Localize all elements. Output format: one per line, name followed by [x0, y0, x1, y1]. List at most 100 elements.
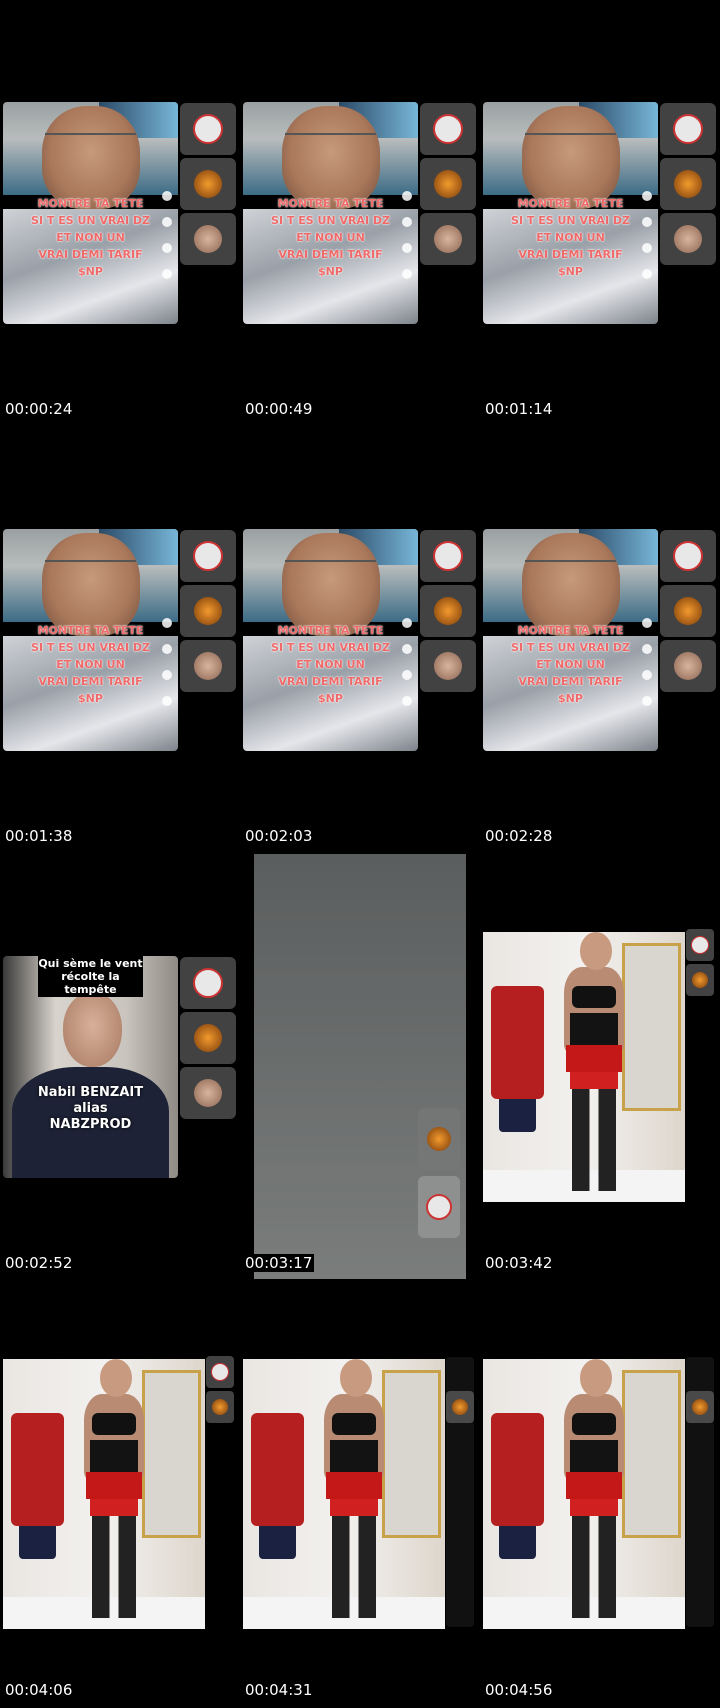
dice-avatar-icon [660, 103, 716, 155]
thumbnail-4[interactable]: MONTRE TA TETE SI T ES UN VRAI DZ ET NON U… [0, 427, 240, 854]
timestamp: 00:02:28 [485, 827, 553, 845]
video-frame: MONTRE TA TETE SI T ES UN VRAI DZ ET NON U… [483, 102, 658, 324]
video-frame [3, 1359, 205, 1629]
thumbnail-12[interactable]: 00:04:56 [480, 1281, 720, 1708]
video-frame: MONTRE TA TETE SI T ES UN VRAI DZ ET NON U… [483, 529, 658, 751]
frame-caption: MONTRE TA TETE SI T ES UN VRAI DZ ET NON U… [511, 624, 630, 706]
share-icon [402, 695, 412, 706]
dice-avatar-icon [420, 103, 476, 155]
dice-avatar-icon [418, 1176, 460, 1238]
orange-avatar-icon [660, 158, 716, 210]
orange-avatar-icon [420, 585, 476, 637]
dice-avatar-icon [206, 1356, 234, 1388]
comment-icon [642, 643, 652, 654]
frame-caption: MONTRE TA TETE SI T ES UN VRAI DZ ET NON U… [271, 624, 390, 706]
orange-avatar-icon [660, 585, 716, 637]
orange-avatar-icon [180, 585, 236, 637]
face-avatar-icon [180, 640, 236, 692]
heart-icon [642, 190, 652, 201]
orange-avatar-icon [446, 1391, 474, 1423]
thumbnail-2[interactable]: MONTRE TA TETE SI T ES UN VRAI DZ ET NON U… [240, 0, 480, 427]
action-rail [640, 190, 654, 295]
orange-avatar-icon [418, 1108, 460, 1170]
thumbnail-7[interactable]: Qui sème le vent récolte la tempête Nabil… [0, 854, 240, 1281]
face-avatar-icon [180, 213, 236, 265]
dice-avatar-icon [180, 957, 236, 1009]
video-frame: MONTRE TA TETE SI T ES UN VRAI DZ ET NON U… [243, 102, 418, 324]
video-frame: MONTRE TA TETE SI T ES UN VRAI DZ ET NON U… [243, 529, 418, 751]
timestamp: 00:02:52 [5, 1254, 73, 1272]
timestamp: 00:00:24 [5, 400, 73, 418]
frame-caption: MONTRE TA TETE SI T ES UN VRAI DZ ET NON U… [271, 197, 390, 279]
comment-icon [162, 216, 172, 227]
bookmark-icon [642, 242, 652, 253]
bookmark-icon [162, 669, 172, 680]
frame-caption: Qui sème le vent récolte la tempête [38, 956, 143, 997]
frame-caption: MONTRE TA TETE SI T ES UN VRAI DZ ET NON U… [31, 197, 150, 279]
orange-avatar-icon [206, 1391, 234, 1423]
heart-icon [402, 190, 412, 201]
thumbnail-5[interactable]: MONTRE TA TETE SI T ES UN VRAI DZ ET NON U… [240, 427, 480, 854]
share-icon [162, 695, 172, 706]
heart-icon [162, 617, 172, 628]
thumbnail-3[interactable]: MONTRE TA TETE SI T ES UN VRAI DZ ET NON U… [480, 0, 720, 427]
bookmark-icon [642, 669, 652, 680]
share-icon [162, 268, 172, 279]
action-rail [400, 617, 414, 722]
video-frame [483, 932, 685, 1202]
share-icon [642, 695, 652, 706]
timestamp: 00:04:06 [5, 1681, 73, 1699]
bookmark-icon [402, 669, 412, 680]
action-rail [400, 190, 414, 295]
action-rail [160, 190, 174, 295]
face-avatar-icon [420, 213, 476, 265]
thumbnail-8[interactable]: 00:03:17 [240, 854, 480, 1281]
video-frame [243, 1359, 445, 1629]
comment-icon [162, 643, 172, 654]
comment-icon [402, 216, 412, 227]
action-rail [160, 617, 174, 722]
timestamp: 00:03:17 [243, 1254, 315, 1272]
dice-avatar-icon [180, 103, 236, 155]
timestamp: 00:02:03 [245, 827, 313, 845]
heart-icon [402, 617, 412, 628]
comment-icon [402, 643, 412, 654]
share-icon [642, 268, 652, 279]
dice-avatar-icon [180, 530, 236, 582]
thumbnail-6[interactable]: MONTRE TA TETE SI T ES UN VRAI DZ ET NON U… [480, 427, 720, 854]
share-icon [402, 268, 412, 279]
thumbnail-1[interactable]: MONTRE TA TETE SI T ES UN VRAI DZ ET NON U… [0, 0, 240, 427]
orange-avatar-icon [180, 1012, 236, 1064]
bookmark-icon [162, 242, 172, 253]
orange-avatar-icon [686, 964, 714, 996]
timestamp: 00:04:56 [485, 1681, 553, 1699]
video-frame [483, 1359, 685, 1629]
timestamp: 00:01:14 [485, 400, 553, 418]
timestamp: 00:03:42 [485, 1254, 553, 1272]
orange-avatar-icon [420, 158, 476, 210]
video-frame: MONTRE TA TETE SI T ES UN VRAI DZ ET NON U… [3, 102, 178, 324]
thumbnail-10[interactable]: 00:04:06 [0, 1281, 240, 1708]
thumbnail-11[interactable]: 00:04:31 [240, 1281, 480, 1708]
action-rail [640, 617, 654, 722]
face-avatar-icon [420, 640, 476, 692]
dice-avatar-icon [686, 929, 714, 961]
thumbnail-9[interactable]: 00:03:42 [480, 854, 720, 1281]
video-frame: Qui sème le vent récolte la tempête Nabil… [3, 956, 178, 1178]
face-avatar-icon [180, 1067, 236, 1119]
heart-icon [162, 190, 172, 201]
face-avatar-icon [660, 213, 716, 265]
frame-caption: MONTRE TA TETE SI T ES UN VRAI DZ ET NON U… [31, 624, 150, 706]
timestamp: 00:01:38 [5, 827, 73, 845]
comment-icon [642, 216, 652, 227]
dice-avatar-icon [420, 530, 476, 582]
person-name: Nabil BENZAIT alias NABZPROD [37, 1084, 144, 1132]
frame-caption: MONTRE TA TETE SI T ES UN VRAI DZ ET NON U… [511, 197, 630, 279]
heart-icon [642, 617, 652, 628]
video-frame: MONTRE TA TETE SI T ES UN VRAI DZ ET NON U… [3, 529, 178, 751]
timestamp: 00:04:31 [245, 1681, 313, 1699]
bookmark-icon [402, 242, 412, 253]
dice-avatar-icon [660, 530, 716, 582]
orange-avatar-icon [686, 1391, 714, 1423]
timestamp: 00:00:49 [245, 400, 313, 418]
